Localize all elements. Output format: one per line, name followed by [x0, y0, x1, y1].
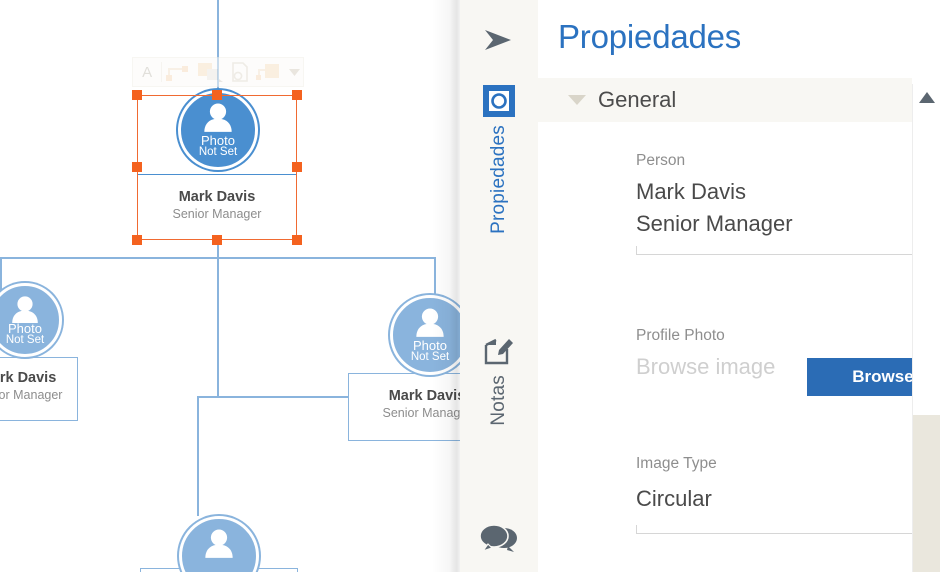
- selection-rectangle: [137, 95, 297, 240]
- notes-pencil-icon: [482, 334, 516, 368]
- selection-handle-nw[interactable]: [132, 90, 142, 100]
- sidebar-item-comments[interactable]: [460, 522, 538, 563]
- properties-icon: [482, 84, 516, 118]
- connector-lower-left-down: [197, 396, 199, 516]
- photo-line-2: Not Set: [410, 351, 450, 364]
- org-node-labels: Mark Davis Senior Manager: [348, 387, 460, 421]
- connector-center-down: [217, 244, 219, 396]
- page-title: Propiedades: [558, 18, 742, 55]
- image-type-select[interactable]: Circular: [636, 479, 940, 519]
- scrollbar-thumb[interactable]: [913, 110, 940, 415]
- properties-panel: Propiedades Notas Propiedades General Pe…: [460, 0, 940, 572]
- selection-handle-sw[interactable]: [132, 235, 142, 245]
- text-tool-icon[interactable]: A: [133, 58, 161, 86]
- person-name-value[interactable]: Mark Davis: [636, 176, 940, 208]
- selection-handle-e[interactable]: [292, 162, 302, 172]
- page-settings-icon[interactable]: [225, 58, 253, 86]
- sidebar-item-notas[interactable]: Notas: [460, 334, 538, 426]
- panel-scrollbar[interactable]: [912, 84, 940, 572]
- person-title-value[interactable]: Senior Manager: [636, 208, 940, 240]
- field-underline: [636, 525, 940, 534]
- org-node-title: Senior Manager: [0, 388, 63, 402]
- shape-quick-toolbar[interactable]: A: [132, 57, 304, 87]
- selection-handle-n[interactable]: [212, 90, 222, 100]
- org-node-name: Mark Davis: [388, 388, 460, 404]
- field-person: Person Mark Davis Senior Manager: [636, 152, 940, 255]
- scrollbar-track-remainder[interactable]: [913, 415, 940, 572]
- selection-handle-w[interactable]: [132, 162, 142, 172]
- shape-tool-icon[interactable]: [194, 58, 226, 86]
- org-node-title: Senior Manager: [382, 406, 460, 420]
- properties-panel-body: Propiedades General Person Mark Davis Se…: [538, 0, 940, 572]
- sidebar-item-propiedades[interactable]: Propiedades: [460, 84, 538, 234]
- application-window: Mark Davis Senior Manager Photo Not Set …: [0, 0, 940, 572]
- collapse-panel-arrow-icon[interactable]: [460, 14, 538, 66]
- scroll-up-arrow-icon[interactable]: [913, 84, 940, 110]
- canvas-edge-shadow: [432, 0, 460, 572]
- org-node-photo-placeholder: Photo Not Set: [411, 339, 449, 372]
- text-tool-label: A: [142, 63, 153, 81]
- shape-style-icon[interactable]: [254, 58, 286, 86]
- photo-line-1: Photo: [201, 132, 235, 148]
- chevron-down-icon[interactable]: [568, 95, 586, 105]
- selection-handle-s[interactable]: [212, 235, 222, 245]
- image-type-value: Circular: [636, 486, 712, 511]
- sidebar-item-label: Propiedades: [488, 125, 509, 234]
- org-node-photo-placeholder: Photo Not Set: [199, 134, 237, 167]
- org-node-avatar[interactable]: Photo Not Set: [390, 295, 460, 375]
- scrollbar-track[interactable]: [913, 110, 940, 572]
- photo-line-2: Not Set: [198, 146, 238, 159]
- chevron-down-icon[interactable]: [285, 58, 303, 86]
- org-node-avatar[interactable]: [179, 516, 259, 572]
- org-chart-canvas[interactable]: Mark Davis Senior Manager Photo Not Set …: [0, 0, 460, 572]
- section-title: General: [598, 87, 677, 112]
- photo-line-1: Photo: [8, 320, 42, 336]
- field-label: Person: [636, 152, 686, 169]
- selection-handle-se[interactable]: [292, 235, 302, 245]
- org-node-photo-placeholder: Photo Not Set: [5, 320, 45, 354]
- photo-line-1: Photo: [413, 337, 447, 353]
- selection-handle-ne[interactable]: [292, 90, 302, 100]
- field-label: Profile Photo: [636, 327, 725, 344]
- person-silhouette-icon: [416, 308, 444, 338]
- sidebar-item-label: Notas: [488, 375, 509, 426]
- comments-icon: [478, 522, 520, 556]
- photo-line-2: Not Set: [5, 333, 45, 346]
- org-node-labels: Mark Davis Senior Manager: [0, 369, 78, 403]
- field-underline: [636, 246, 940, 255]
- org-node-name: Mark Davis: [0, 370, 57, 386]
- field-label: Image Type: [636, 455, 717, 472]
- section-header-general[interactable]: General: [538, 78, 912, 122]
- connector-tool-icon[interactable]: [162, 58, 194, 86]
- panel-icon-rail: Propiedades Notas: [460, 0, 539, 572]
- org-node-avatar[interactable]: Photo Not Set: [0, 283, 62, 357]
- person-silhouette-icon: [12, 295, 38, 323]
- person-silhouette-icon: [205, 529, 233, 559]
- field-image-type: Image Type Circular: [636, 455, 940, 534]
